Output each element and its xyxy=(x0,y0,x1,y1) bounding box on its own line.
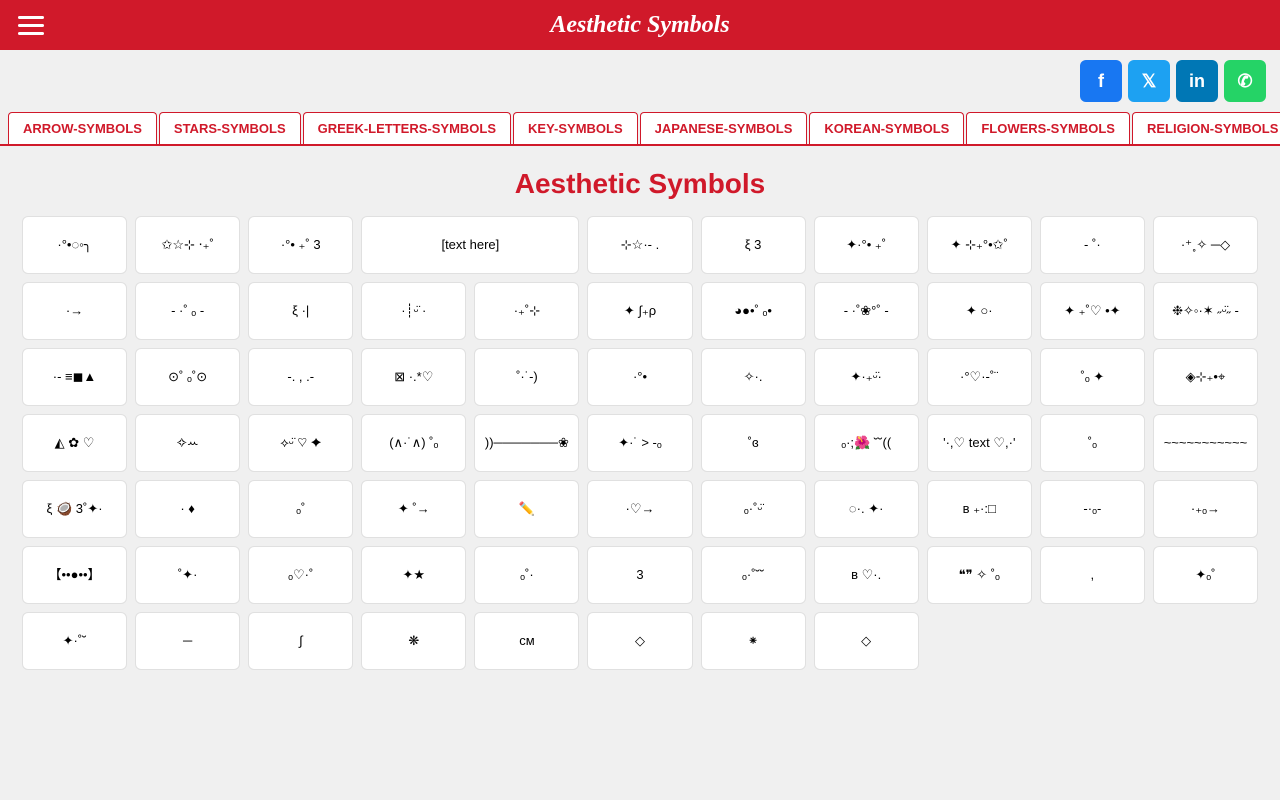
symbol-cell[interactable]: ₒ♡·˚ xyxy=(248,546,353,604)
symbol-cell[interactable]: ✏️ xyxy=(474,480,579,538)
symbol-cell[interactable]: ₒ·;🌺 ˘˘(( xyxy=(814,414,919,472)
linkedin-button[interactable]: in xyxy=(1176,60,1218,102)
symbol-cell[interactable]: ·°• ₊˚ 3 xyxy=(248,216,353,274)
symbol-cell[interactable]: · ♦ xyxy=(135,480,240,538)
symbol-cell[interactable]: - ·˚❀°˚ - xyxy=(814,282,919,340)
symbol-cell[interactable]: ∫ xyxy=(248,612,353,670)
symbol-cell[interactable]: ))───────❀ xyxy=(474,414,579,472)
nav-tab-religion-symbols[interactable]: RELIGION-SYMBOLS xyxy=(1132,112,1280,144)
header: Aesthetic Symbols xyxy=(0,0,1280,50)
facebook-button[interactable]: f xyxy=(1080,60,1122,102)
social-bar: f 𝕏 in ✆ xyxy=(0,50,1280,112)
symbol-cell[interactable]: 【••●••】 xyxy=(22,546,127,604)
symbol-cell[interactable]: -·ₒ- xyxy=(1040,480,1145,538)
symbol-cell[interactable]: ·°•◌◦╮ xyxy=(22,216,127,274)
symbol-cell[interactable]: ·→ xyxy=(22,282,127,340)
symbol-cell[interactable]: ✦ ˚→ xyxy=(361,480,466,538)
nav-tab-japanese-symbols[interactable]: JAPANESE-SYMBOLS xyxy=(640,112,808,144)
symbol-cell[interactable]: ˚ₒ ✦ xyxy=(1040,348,1145,406)
symbol-cell[interactable]: ˚ₒ xyxy=(1040,414,1145,472)
symbol-cell[interactable]: ·°• xyxy=(587,348,692,406)
symbol-cell[interactable]: ⊠ ·.*♡ xyxy=(361,348,466,406)
symbol-cell[interactable]: ·₊˚⊹ xyxy=(474,282,579,340)
symbol-cell[interactable]: ˚✦· xyxy=(135,546,240,604)
symbol-cell[interactable]: ✦·°• ₊˚ xyxy=(814,216,919,274)
symbol-cell[interactable]: ·°♡·-˚¨ xyxy=(927,348,1032,406)
page-title-wrap: Aesthetic Symbols xyxy=(0,146,1280,216)
symbol-cell[interactable]: ʙ ♡·. xyxy=(814,546,919,604)
nav-tab-arrow-symbols[interactable]: ARROW-SYMBOLS xyxy=(8,112,157,144)
nav-tab-korean-symbols[interactable]: KOREAN-SYMBOLS xyxy=(809,112,964,144)
symbol-cell[interactable]: ⟡ᵕ̈ ♡ ✦ xyxy=(248,414,353,472)
symbol-cell[interactable]: ˚·˙-) xyxy=(474,348,579,406)
symbol-cell[interactable]: ᴄᴍ xyxy=(474,612,579,670)
symbol-cell[interactable]: ◇ xyxy=(814,612,919,670)
symbol-cell[interactable]: ✦★ xyxy=(361,546,466,604)
symbol-cell[interactable]: ✦ ∫₊ρ xyxy=(587,282,692,340)
symbol-cell[interactable]: ξ 🥥 3˚✦· xyxy=(22,480,127,538)
symbol-cell[interactable]: ₒ˚ xyxy=(248,480,353,538)
symbol-cell[interactable]: ─ xyxy=(135,612,240,670)
symbol-cell[interactable]: ✦ ₊˚♡ •✦ xyxy=(1040,282,1145,340)
twitter-button[interactable]: 𝕏 xyxy=(1128,60,1170,102)
nav-tab-greek-letters-symbols[interactable]: GREEK-LETTERS-SYMBOLS xyxy=(303,112,511,144)
symbol-cell[interactable]: ʙ ₊·:□ xyxy=(927,480,1032,538)
nav-tab-stars-symbols[interactable]: STARS-SYMBOLS xyxy=(159,112,301,144)
symbol-cell[interactable]: ·┊ᵕ̈ · xyxy=(361,282,466,340)
symbol-cell[interactable]: ◇ xyxy=(587,612,692,670)
symbol-cell[interactable]: ✧ꕀ xyxy=(135,414,240,472)
symbol-cell[interactable]: ✦ₒ˚ xyxy=(1153,546,1258,604)
symbol-cell[interactable]: - ·˚ ₒ - xyxy=(135,282,240,340)
symbol-cell[interactable]: ✩☆⊹ ‧₊˚ xyxy=(135,216,240,274)
menu-icon[interactable] xyxy=(18,16,44,35)
symbol-cell[interactable]: ξ ·| xyxy=(248,282,353,340)
symbol-cell[interactable]: ·♡→ xyxy=(587,480,692,538)
symbol-cell[interactable]: -. , .- xyxy=(248,348,353,406)
symbol-cell[interactable]: ◈⊹₊•⌖ xyxy=(1153,348,1258,406)
symbol-cell[interactable]: ❝❞ ✧ ˚ₒ xyxy=(927,546,1032,604)
symbol-cell[interactable]: - ˚· xyxy=(1040,216,1145,274)
symbol-cell[interactable]: ✦·˚˘ xyxy=(22,612,127,670)
symbol-cell[interactable]: ·₊ₒ→ xyxy=(1153,480,1258,538)
symbol-cell[interactable]: , xyxy=(1040,546,1145,604)
symbol-cell[interactable]: ❉✧◦·✶ ˶ᵕ̈˶ - xyxy=(1153,282,1258,340)
symbol-cell[interactable]: ◕●•˚ ₒ• xyxy=(701,282,806,340)
symbol-cell[interactable]: ✦ ⊹₊°•✩˚ xyxy=(927,216,1032,274)
symbol-cell[interactable]: (∧·˙∧) ˚ₒ xyxy=(361,414,466,472)
nav-tab-key-symbols[interactable]: KEY-SYMBOLS xyxy=(513,112,638,144)
symbol-cell[interactable]: '·,♡ text ♡,·' xyxy=(927,414,1032,472)
nav-tab-flowers-symbols[interactable]: FLOWERS-SYMBOLS xyxy=(966,112,1130,144)
symbol-cell[interactable]: ⊹☆·- . xyxy=(587,216,692,274)
symbol-cell[interactable]: ◌·. ✦· xyxy=(814,480,919,538)
page-title: Aesthetic Symbols xyxy=(0,168,1280,200)
symbol-cell[interactable]: ✦·₊ᵕ̈· xyxy=(814,348,919,406)
symbol-cell[interactable]: ✦ ○· xyxy=(927,282,1032,340)
symbol-cell[interactable]: 3 xyxy=(587,546,692,604)
symbol-grid: ·°•◌◦╮✩☆⊹ ‧₊˚·°• ₊˚ 3[text here]⊹☆·- .ξ … xyxy=(10,216,1270,690)
symbol-cell[interactable]: ₒ·˚˘˘ xyxy=(701,546,806,604)
symbol-cell[interactable]: ₒ·˚ᵕ̈ xyxy=(701,480,806,538)
symbol-cell[interactable]: ❋ xyxy=(361,612,466,670)
header-title: Aesthetic Symbols xyxy=(550,12,729,39)
symbol-cell[interactable]: ξ 3 xyxy=(701,216,806,274)
symbol-cell[interactable]: ₒ˚· xyxy=(474,546,579,604)
symbol-cell[interactable]: ✦·˙ ˃ -ₒ xyxy=(587,414,692,472)
symbol-cell[interactable]: [text here] xyxy=(361,216,579,274)
symbol-cell[interactable]: ·⁺˳✧ ─◇ xyxy=(1153,216,1258,274)
symbol-cell[interactable]: ~~~~~~~~~~~ xyxy=(1153,414,1258,472)
symbol-cell[interactable]: ⁕ xyxy=(701,612,806,670)
symbol-cell[interactable]: ·- ≡◼▲ xyxy=(22,348,127,406)
symbol-cell[interactable]: ⊙˚ ₒ˚⊙ xyxy=(135,348,240,406)
nav-tabs: ARROW-SYMBOLSSTARS-SYMBOLSGREEK-LETTERS-… xyxy=(0,112,1280,146)
whatsapp-button[interactable]: ✆ xyxy=(1224,60,1266,102)
symbol-cell[interactable]: ˚ɞ xyxy=(701,414,806,472)
symbol-cell[interactable]: ✧·. xyxy=(701,348,806,406)
symbol-cell[interactable]: ◭ ✿ ♡ xyxy=(22,414,127,472)
